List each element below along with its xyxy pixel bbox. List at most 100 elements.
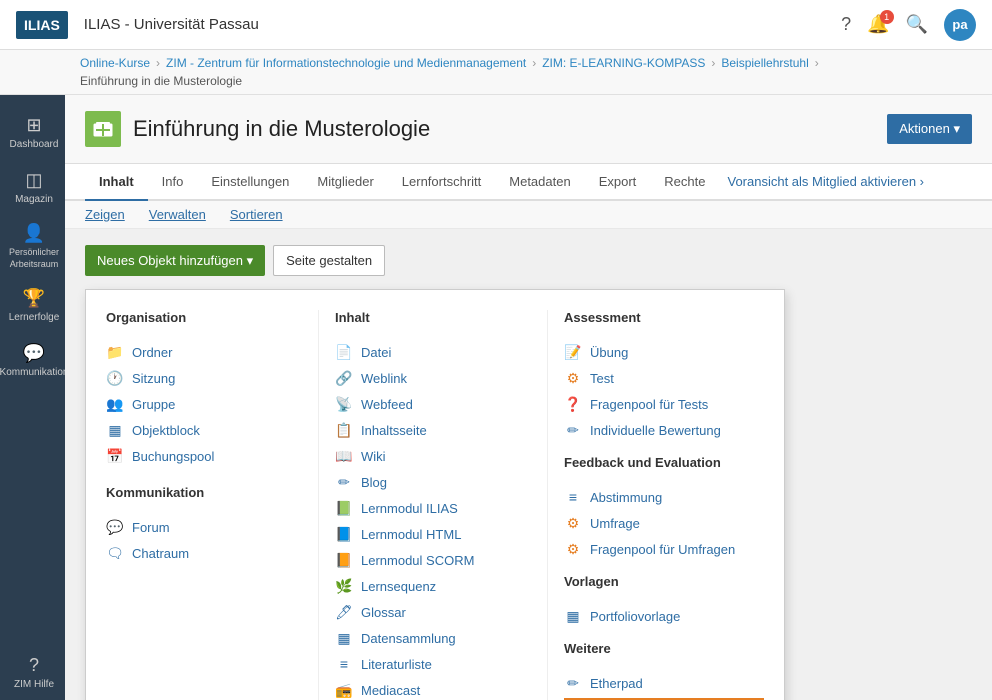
lm-scorm-icon: 📙	[335, 551, 353, 569]
page-header-left: Einführung in die Musterologie	[85, 111, 430, 147]
forum-icon: 💬	[106, 518, 124, 536]
dropdown-item-weblink[interactable]: 🔗 Weblink	[335, 365, 531, 391]
dropdown-item-blog[interactable]: ✏ Blog	[335, 469, 531, 495]
breadcrumb-sep-3: ›	[711, 56, 715, 70]
dropdown-header-assessment: Assessment	[564, 310, 764, 329]
breadcrumb-sep-4: ›	[815, 56, 819, 70]
sidebar: ⊞ Dashboard ◫ Magazin 👤 Persönlicher Arb…	[0, 95, 65, 700]
add-object-button[interactable]: Neues Objekt hinzufügen ▾	[85, 245, 265, 276]
dropdown-item-sitzung[interactable]: 🕐 Sitzung	[106, 365, 302, 391]
dropdown-item-wiki[interactable]: 📖 Wiki	[335, 443, 531, 469]
umfrage-icon: ⚙	[564, 514, 582, 532]
dropdown-item-inhaltsseite[interactable]: 📋 Inhaltsseite	[335, 417, 531, 443]
lm-html-icon: 📘	[335, 525, 353, 543]
dropdown-item-buchungspool[interactable]: 📅 Buchungspool	[106, 443, 302, 469]
top-nav-icons: ? 🔔 1 🔍 pa	[841, 9, 976, 41]
page-title: Einführung in die Musterologie	[133, 116, 430, 142]
actions-button[interactable]: Aktionen ▾	[887, 114, 972, 144]
dropdown-item-forum[interactable]: 💬 Forum	[106, 514, 302, 540]
breadcrumb-beispiel[interactable]: Beispiellehrstuhl	[721, 56, 808, 70]
sidebar-label-arbeitsraum: Persönlicher Arbeitsraum	[7, 247, 61, 270]
dropdown-item-fragenpool-umfragen[interactable]: ⚙ Fragenpool für Umfragen	[564, 536, 764, 562]
spacer-4	[564, 629, 764, 641]
dropdown-item-lm-scorm[interactable]: 📙 Lernmodul SCORM	[335, 547, 531, 573]
subtab-verwalten[interactable]: Verwalten	[149, 207, 206, 222]
sidebar-item-kommunikation[interactable]: 💬 Kommunikation	[0, 333, 65, 388]
sidebar-item-zimhilfe[interactable]: ? ZIM Hilfe	[0, 645, 65, 700]
zimhilfe-icon: ?	[29, 655, 39, 676]
dropdown-item-umfrage[interactable]: ⚙ Umfrage	[564, 510, 764, 536]
dropdown-item-fragenpool-tests[interactable]: ❓ Fragenpool für Tests	[564, 391, 764, 417]
dropdown-item-chatraum[interactable]: 🗨 Chatraum	[106, 540, 302, 566]
dropdown-header-weitere: Weitere	[564, 641, 764, 660]
portfoliovorlage-icon: ▦	[564, 607, 582, 625]
breadcrumb-sep-1: ›	[156, 56, 160, 70]
sidebar-item-magazin[interactable]: ◫ Magazin	[0, 160, 65, 215]
breadcrumb-elearning[interactable]: ZIM: E-LEARNING-KOMPASS	[542, 56, 705, 70]
subtab-zeigen[interactable]: Zeigen	[85, 207, 125, 222]
tab-export[interactable]: Export	[585, 164, 651, 201]
dropdown-item-webfeed[interactable]: 📡 Webfeed	[335, 391, 531, 417]
fragenpool-umfragen-icon: ⚙	[564, 540, 582, 558]
dropdown-item-datei[interactable]: 📄 Datei	[335, 339, 531, 365]
lernerfolge-icon: 🏆	[23, 288, 45, 309]
dropdown-item-mediacast[interactable]: 📻 Mediacast	[335, 677, 531, 700]
dropdown-item-abstimmung[interactable]: ≡ Abstimmung	[564, 484, 764, 510]
uebung-icon: 📝	[564, 343, 582, 361]
dropdown-item-lernsequenz[interactable]: 🌿 Lernsequenz	[335, 573, 531, 599]
tab-einstellungen[interactable]: Einstellungen	[197, 164, 303, 201]
breadcrumb-zim[interactable]: ZIM - Zentrum für Informationstechnologi…	[166, 56, 526, 70]
tab-lernfortschritt[interactable]: Lernfortschritt	[388, 164, 495, 201]
dropdown-item-glossar[interactable]: 🖊 Glossar	[335, 599, 531, 625]
design-page-button[interactable]: Seite gestalten	[273, 245, 385, 276]
dropdown-item-etherpad[interactable]: ✏ Etherpad	[564, 670, 764, 696]
weblink-icon: 🔗	[335, 369, 353, 387]
page-header: Einführung in die Musterologie Aktionen …	[65, 95, 992, 164]
lm-ilias-icon: 📗	[335, 499, 353, 517]
app-title: ILIAS - Universität Passau	[84, 16, 841, 33]
dropdown-item-lm-ilias[interactable]: 📗 Lernmodul ILIAS	[335, 495, 531, 521]
content-area: Einführung in die Musterologie Aktionen …	[65, 95, 992, 700]
kommunikation-icon: 💬	[23, 343, 45, 364]
dropdown-item-objektblock[interactable]: ▦ Objektblock	[106, 417, 302, 443]
dropdown-item-uebung[interactable]: 📝 Übung	[564, 339, 764, 365]
breadcrumb-sep-2: ›	[532, 56, 536, 70]
wiki-icon: 📖	[335, 447, 353, 465]
dropdown-item-lm-html[interactable]: 📘 Lernmodul HTML	[335, 521, 531, 547]
notification-badge: 1	[880, 10, 894, 24]
main-layout: ⊞ Dashboard ◫ Magazin 👤 Persönlicher Arb…	[0, 95, 992, 700]
subtab-sortieren[interactable]: Sortieren	[230, 207, 283, 222]
subtabs-bar: Zeigen Verwalten Sortieren	[65, 201, 992, 229]
chatraum-icon: 🗨	[106, 544, 124, 562]
sidebar-label-dashboard: Dashboard	[10, 139, 59, 150]
notifications-icon[interactable]: 🔔 1	[867, 14, 889, 35]
literaturliste-icon: ≡	[335, 655, 353, 673]
dropdown-header-feedback: Feedback und Evaluation	[564, 455, 764, 474]
help-icon[interactable]: ?	[841, 14, 851, 35]
tab-mitglieder[interactable]: Mitglieder	[303, 164, 387, 201]
ordner-icon: 📁	[106, 343, 124, 361]
tab-voransicht[interactable]: Voransicht als Mitglied aktivieren ›	[719, 164, 932, 199]
dropdown-item-test[interactable]: ⚙ Test	[564, 365, 764, 391]
dropdown-item-datensammlung[interactable]: ▦ Datensammlung	[335, 625, 531, 651]
tab-rechte[interactable]: Rechte	[650, 164, 719, 201]
page-icon	[85, 111, 121, 147]
avatar[interactable]: pa	[944, 9, 976, 41]
dropdown-item-gruppe[interactable]: 👥 Gruppe	[106, 391, 302, 417]
search-icon[interactable]: 🔍	[906, 14, 928, 35]
dropdown-item-individuelle-bewertung[interactable]: ✏ Individuelle Bewertung	[564, 417, 764, 443]
dropdown-item-ordner[interactable]: 📁 Ordner	[106, 339, 302, 365]
sidebar-item-arbeitsraum[interactable]: 👤 Persönlicher Arbeitsraum	[0, 215, 65, 278]
blog-icon: ✏	[335, 473, 353, 491]
tab-info[interactable]: Info	[148, 164, 198, 201]
dropdown-header-inhalt: Inhalt	[335, 310, 531, 329]
dropdown-item-portfoliovorlage[interactable]: ▦ Portfoliovorlage	[564, 603, 764, 629]
sidebar-label-magazin: Magazin	[15, 194, 53, 205]
tab-metadaten[interactable]: Metadaten	[495, 164, 584, 201]
tab-inhalt[interactable]: Inhalt	[85, 164, 148, 201]
sidebar-item-lernerfolge[interactable]: 🏆 Lernerfolge	[0, 278, 65, 333]
sidebar-item-dashboard[interactable]: ⊞ Dashboard	[0, 105, 65, 160]
dropdown-item-literaturliste[interactable]: ≡ Literaturliste	[335, 651, 531, 677]
breadcrumb-online-kurse[interactable]: Online-Kurse	[80, 56, 150, 70]
spacer-3	[564, 562, 764, 574]
